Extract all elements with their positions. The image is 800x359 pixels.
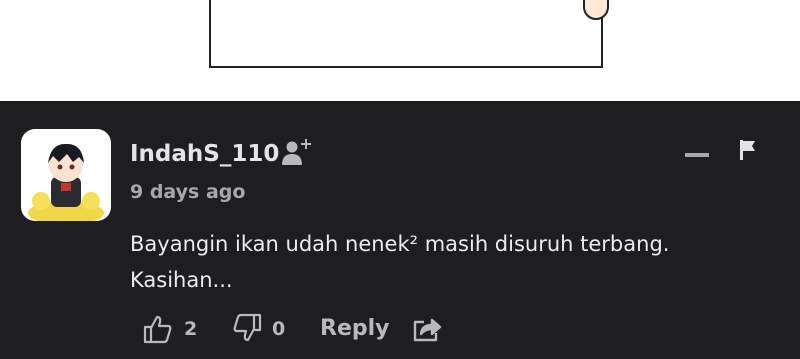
comic-panel-strip	[0, 0, 800, 101]
minus-icon[interactable]	[685, 146, 709, 158]
comment-timestamp: 9 days ago	[130, 181, 246, 203]
comment-body: Bayangin ikan udah nenek² masih disuruh …	[130, 226, 780, 298]
comment-text-line: Kasihan...	[130, 268, 233, 292]
dislike-count: 0	[272, 318, 286, 340]
flag-icon[interactable]	[738, 139, 758, 161]
thumbs-up-icon[interactable]	[143, 314, 173, 344]
comic-panel	[209, 0, 603, 68]
comic-hand	[583, 0, 609, 20]
comment-username[interactable]: IndahS_110	[130, 141, 279, 167]
add-user-icon[interactable]	[280, 136, 314, 168]
share-icon[interactable]	[412, 316, 442, 342]
thumbs-down-icon[interactable]	[232, 313, 262, 343]
avatar[interactable]	[21, 129, 111, 221]
comment-card: IndahS_110 9 days ago Bayangin ikan udah…	[0, 101, 800, 359]
comment-text-line: Bayangin ikan udah nenek² masih disuruh …	[130, 232, 670, 256]
reply-button[interactable]: Reply	[320, 316, 390, 341]
like-count: 2	[184, 318, 198, 340]
